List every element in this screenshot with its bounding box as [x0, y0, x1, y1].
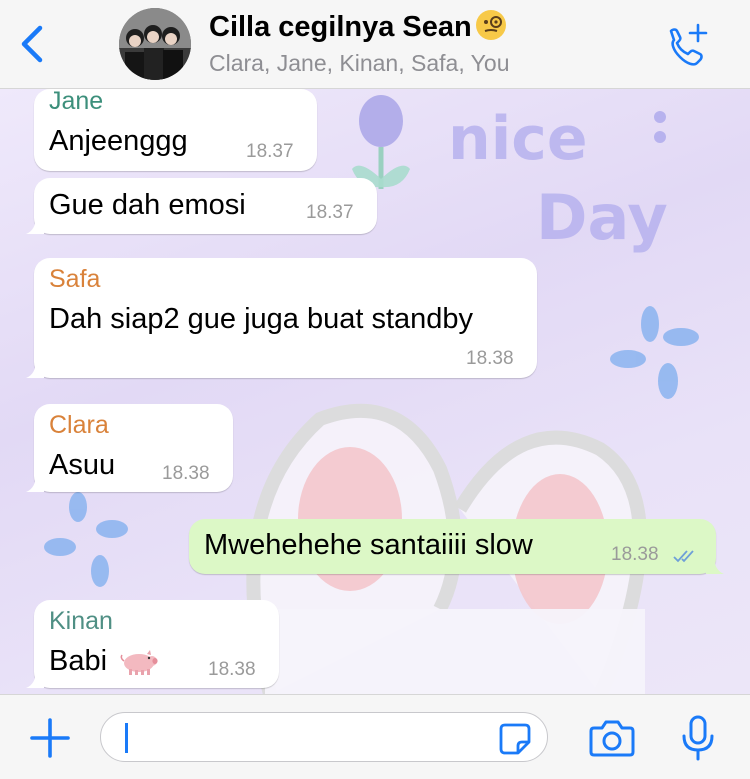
- group-name: Cilla cegilnya Sean: [209, 11, 472, 43]
- group-title[interactable]: Cilla cegilnya Sean: [209, 10, 506, 44]
- bubble-tail: [26, 360, 44, 378]
- sender-name: Clara: [49, 411, 109, 439]
- message-text: Anjeenggg: [49, 125, 188, 157]
- plus-icon[interactable]: [28, 716, 72, 760]
- monocle-face-icon: [475, 10, 506, 40]
- message-text: Asuu: [49, 449, 116, 481]
- message-time: 18.38: [208, 659, 256, 680]
- pig-icon: [120, 650, 158, 675]
- message-time: 18.37: [306, 202, 354, 223]
- message-text: Gue dah emosi: [49, 189, 246, 221]
- message-time: 18.38: [162, 463, 210, 484]
- group-members: Clara, Jane, Kinan, Safa, You: [209, 50, 510, 76]
- microphone-icon[interactable]: [680, 714, 716, 762]
- add-call-icon[interactable]: [664, 22, 710, 66]
- message-bubble-outgoing[interactable]: Mwehehehe santaiiii slow 18.38: [189, 519, 724, 574]
- message-time: 18.37: [246, 141, 294, 162]
- read-receipt-icon: [673, 550, 694, 563]
- group-photo: [119, 8, 191, 80]
- message-bubble-kinan[interactable]: Kinan Babi 18.38: [26, 600, 279, 688]
- message-bubble-clara[interactable]: Clara Asuu 18.38: [26, 404, 233, 492]
- bubble-tail: [26, 216, 44, 234]
- message-text-content: Babi: [49, 645, 108, 677]
- chat-header: Cilla cegilnya Sean Clara, Jane, Kinan, …: [0, 0, 750, 89]
- message-time: 18.38: [466, 348, 514, 369]
- sticker-icon[interactable]: [498, 722, 532, 756]
- bubble-tail: [706, 556, 724, 574]
- message-text: Babi: [49, 645, 159, 678]
- camera-icon[interactable]: [588, 716, 636, 760]
- message-text: Dah siap2 gue juga buat standby: [49, 303, 474, 335]
- message-text: Mwehehehe santaiiii slow: [204, 529, 533, 561]
- message-bubble-jane[interactable]: Jane Anjeenggg 18.37: [34, 89, 317, 171]
- bubble-tail: [26, 474, 44, 492]
- message-input[interactable]: [100, 712, 548, 762]
- message-bubble-safa[interactable]: Safa Dah siap2 gue juga buat standby 18.…: [26, 258, 537, 378]
- sender-name: Kinan: [49, 607, 113, 635]
- group-avatar[interactable]: [119, 8, 191, 80]
- text-cursor: [125, 723, 128, 753]
- chat-area[interactable]: nice Day Jane Anjeenggg 18.37 Gue dah em…: [0, 89, 750, 694]
- svg-text:nice: nice: [448, 104, 588, 174]
- sender-name: Safa: [49, 265, 101, 293]
- chevron-left-icon[interactable]: [14, 22, 48, 66]
- svg-text:Day: Day: [536, 181, 668, 254]
- sender-name: Jane: [49, 89, 104, 115]
- message-bubble[interactable]: Gue dah emosi 18.37: [26, 178, 377, 234]
- bubble-tail: [26, 670, 44, 688]
- message-time: 18.38: [611, 544, 659, 565]
